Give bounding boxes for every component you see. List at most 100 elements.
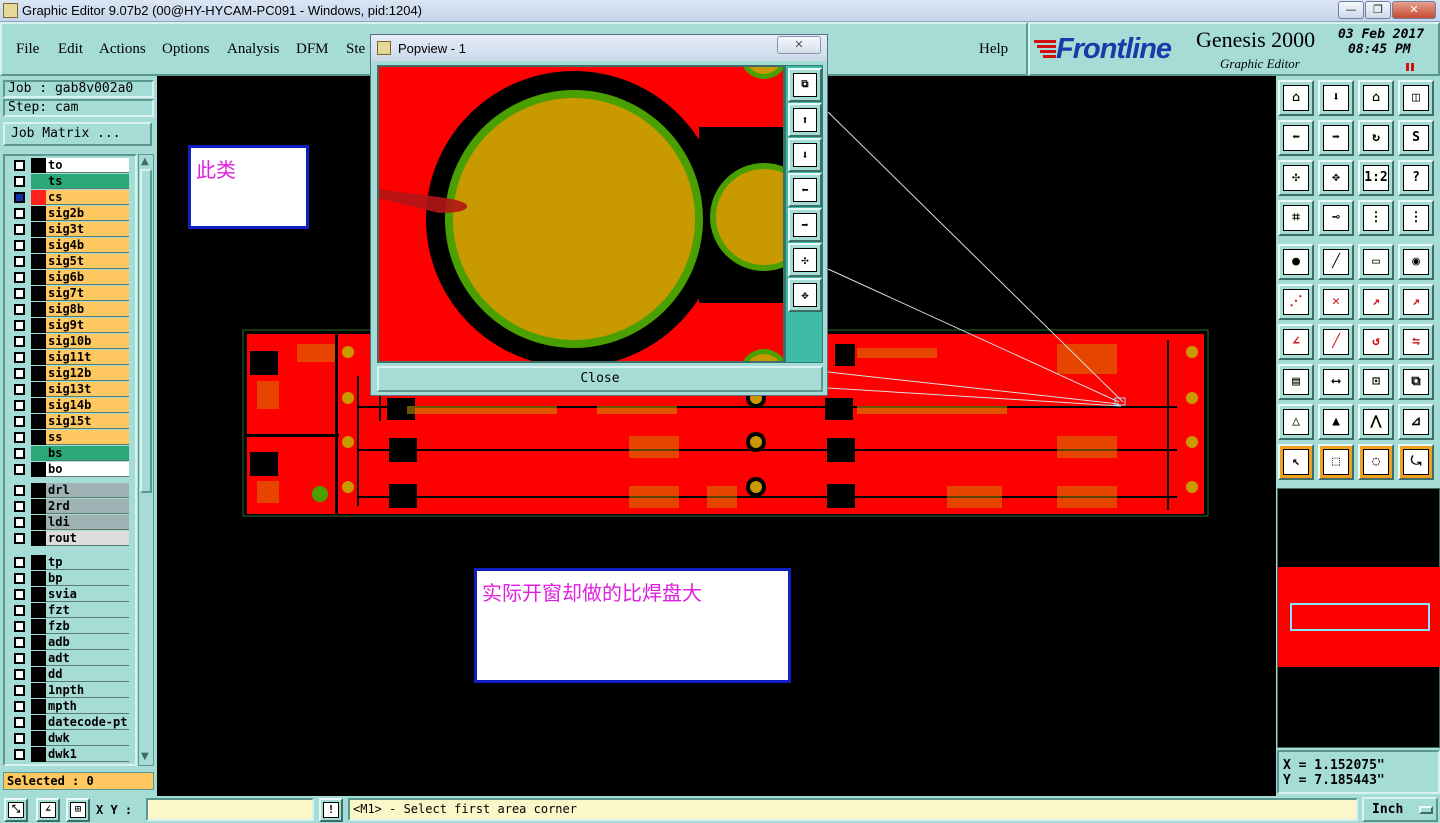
maximize-button[interactable]: ❐ <box>1365 1 1391 19</box>
layer-name[interactable]: fzt <box>46 603 129 618</box>
mirror-tool-button[interactable]: ⇋ <box>1398 324 1434 360</box>
layer-checkbox[interactable] <box>14 637 25 648</box>
layer-row-sig12b[interactable]: sig12b <box>11 366 129 381</box>
layer-row-sig11t[interactable]: sig11t <box>11 350 129 365</box>
rotate-tool-button[interactable]: ↺ <box>1358 324 1394 360</box>
layer-checkbox[interactable] <box>14 416 25 427</box>
zoom-board-tool-button[interactable]: ⌂ <box>1358 80 1394 116</box>
layer-color-swatch[interactable] <box>31 254 46 269</box>
layer-row-mpth[interactable]: mpth <box>11 699 129 714</box>
layer-color-swatch[interactable] <box>31 398 46 413</box>
layer-checkbox[interactable] <box>14 336 25 347</box>
layer-row-sig10b[interactable]: sig10b <box>11 334 129 349</box>
layer-checkbox[interactable] <box>14 733 25 744</box>
layer-name[interactable]: sig6b <box>46 270 129 285</box>
layer-color-swatch[interactable] <box>31 499 46 514</box>
layer-checkbox[interactable] <box>14 400 25 411</box>
snap-center-tool-button[interactable]: ⊡ <box>1358 364 1394 400</box>
layer-row-sig2b[interactable]: sig2b <box>11 206 129 221</box>
layer-row-sig13t[interactable]: sig13t <box>11 382 129 397</box>
layer-name[interactable]: dwk1 <box>46 747 129 762</box>
layer-color-swatch[interactable] <box>31 683 46 698</box>
layer-color-swatch[interactable] <box>31 430 46 445</box>
layer-name[interactable]: dwk <box>46 731 129 746</box>
layer-checkbox[interactable] <box>14 176 25 187</box>
move-tool-button[interactable]: ↗ <box>1358 284 1394 320</box>
layer-color-swatch[interactable] <box>31 350 46 365</box>
zoom-out-tool-button[interactable]: ✣ <box>1278 160 1314 196</box>
net-tool-button[interactable]: ⋮ <box>1358 200 1394 236</box>
layer-row-1npth[interactable]: 1npth <box>11 683 129 698</box>
cross-tool-button[interactable]: ✕ <box>1318 284 1354 320</box>
layer-color-swatch[interactable] <box>31 587 46 602</box>
layer-checkbox[interactable] <box>14 605 25 616</box>
triangle-line-tool-button[interactable]: ⊿ <box>1398 404 1434 440</box>
units-dropdown-icon[interactable] <box>1419 805 1434 814</box>
layer-color-swatch[interactable] <box>31 174 46 189</box>
layer-color-swatch[interactable] <box>31 747 46 762</box>
menu-edit[interactable]: Edit <box>58 41 83 58</box>
layer-color-swatch[interactable] <box>31 334 46 349</box>
layer-row-sig14b[interactable]: sig14b <box>11 398 129 413</box>
layer-row-dwk[interactable]: dwk <box>11 731 129 746</box>
layer-checkbox[interactable] <box>14 432 25 443</box>
triangle-tool-button[interactable]: △ <box>1278 404 1314 440</box>
layer-name[interactable]: bp <box>46 571 129 586</box>
layer-name[interactable]: tp <box>46 555 129 570</box>
minimize-button[interactable]: — <box>1338 1 1364 19</box>
layer-color-swatch[interactable] <box>31 382 46 397</box>
menu-step[interactable]: Ste <box>346 41 365 58</box>
layer-row-bp[interactable]: bp <box>11 571 129 586</box>
scroll-up-arrow-icon[interactable]: ▲ <box>141 156 149 167</box>
arch-tool-button[interactable]: ⋀ <box>1358 404 1394 440</box>
layer-name[interactable]: sig11t <box>46 350 129 365</box>
layer-row-sig8b[interactable]: sig8b <box>11 302 129 317</box>
overview-viewport-rect[interactable] <box>1290 603 1430 631</box>
join-tool-button[interactable]: ⟷ <box>1318 364 1354 400</box>
zoom-fit-tool-button[interactable]: ⬇ <box>1318 80 1354 116</box>
layer-checkbox[interactable] <box>14 368 25 379</box>
scroll-thumb[interactable] <box>140 169 152 493</box>
layer-name[interactable]: bo <box>46 462 129 477</box>
layer-checkbox[interactable] <box>14 240 25 251</box>
layer-name[interactable]: 2rd <box>46 499 129 514</box>
layer-checkbox[interactable] <box>14 320 25 331</box>
scale-tool-button[interactable]: 1:2 <box>1358 160 1394 196</box>
layer-name[interactable]: fzb <box>46 619 129 634</box>
layer-row-sig3t[interactable]: sig3t <box>11 222 129 237</box>
layer-checkbox[interactable] <box>14 501 25 512</box>
layer-name[interactable]: sig12b <box>46 366 129 381</box>
popview-title-bar[interactable]: Popview - 1 ✕ <box>371 35 827 61</box>
layer-name[interactable]: dd <box>46 667 129 682</box>
layer-checkbox[interactable] <box>14 517 25 528</box>
layer-name[interactable]: sig3t <box>46 222 129 237</box>
layer-name[interactable]: cs <box>46 190 129 205</box>
popview-pan-left-button[interactable]: ⬅ <box>788 173 822 207</box>
layer-row-2rd[interactable]: 2rd <box>11 499 129 514</box>
layer-color-swatch[interactable] <box>31 366 46 381</box>
layer-color-swatch[interactable] <box>31 635 46 650</box>
layer-name[interactable]: sig2b <box>46 206 129 221</box>
layer-name[interactable]: sig4b <box>46 238 129 253</box>
select-path-tool-button[interactable]: ⤿ <box>1398 444 1434 480</box>
probe-tool-button[interactable]: ⊸ <box>1318 200 1354 236</box>
layer-name[interactable]: ss <box>46 430 129 445</box>
alert-button[interactable]: ! <box>319 798 343 822</box>
swap-tool-button[interactable]: S <box>1398 120 1434 156</box>
zoom-profile-tool-button[interactable]: ◫ <box>1398 80 1434 116</box>
units-selector[interactable]: Inch <box>1362 797 1438 822</box>
ruler-tool-button[interactable]: ▭ <box>1358 244 1394 280</box>
layer-name[interactable]: bs <box>46 446 129 461</box>
layer-checkbox[interactable] <box>14 272 25 283</box>
layer-checkbox[interactable] <box>14 533 25 544</box>
layer-row-ss[interactable]: ss <box>11 430 129 445</box>
redraw-tool-button[interactable]: ↻ <box>1358 120 1394 156</box>
popview-zoom-in-button[interactable]: ✥ <box>788 278 822 312</box>
layer-name[interactable]: 1npth <box>46 683 129 698</box>
layer-row-to[interactable]: to <box>11 158 129 173</box>
layer-color-swatch[interactable] <box>31 302 46 317</box>
popview-zoom-canvas[interactable] <box>377 65 785 363</box>
layer-name[interactable]: drl <box>46 483 129 498</box>
layer-row-bo[interactable]: bo <box>11 462 129 477</box>
layer-checkbox[interactable] <box>14 256 25 267</box>
